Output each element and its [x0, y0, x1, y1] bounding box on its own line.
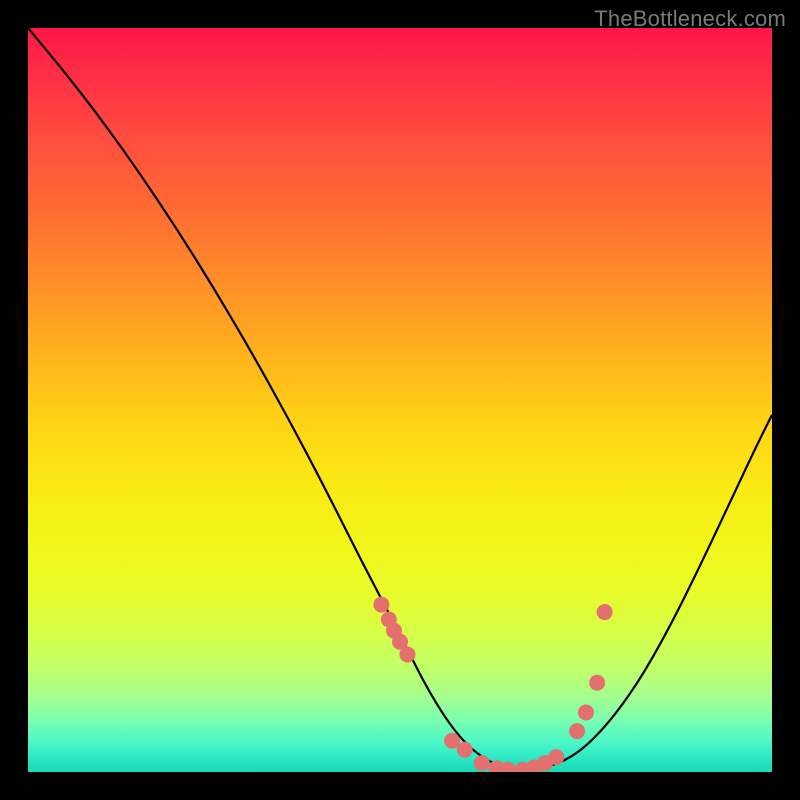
- watermark-text: TheBottleneck.com: [594, 6, 786, 32]
- data-point: [578, 704, 594, 720]
- data-point: [589, 675, 605, 691]
- data-point: [597, 604, 613, 620]
- data-point: [548, 749, 564, 765]
- data-point: [457, 742, 473, 758]
- bottleneck-curve: [28, 28, 772, 769]
- data-point: [474, 755, 490, 771]
- data-point: [569, 723, 585, 739]
- data-point: [373, 597, 389, 613]
- scatter-points: [373, 597, 612, 772]
- data-point: [399, 646, 415, 662]
- plot-area: [28, 28, 772, 772]
- chart-svg: [28, 28, 772, 772]
